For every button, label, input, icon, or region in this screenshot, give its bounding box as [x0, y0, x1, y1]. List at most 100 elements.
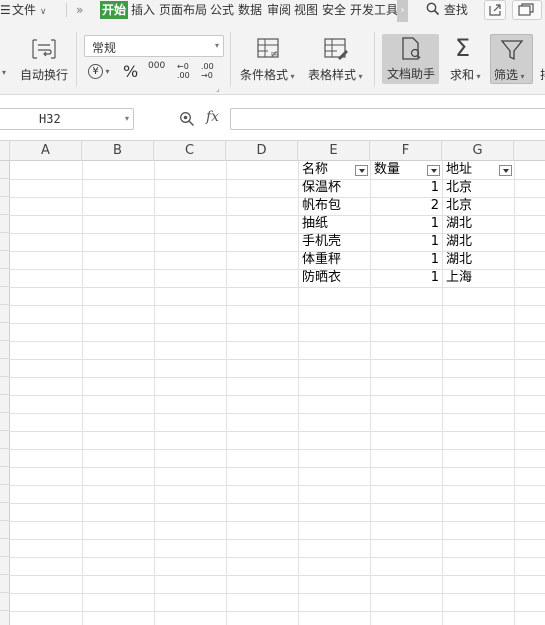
- tab-view[interactable]: 视图: [294, 1, 318, 19]
- grid-line: [10, 467, 545, 468]
- tab-review[interactable]: 审阅: [267, 1, 291, 19]
- doc-assistant-button[interactable]: 文档助手: [382, 34, 439, 84]
- filter-dropdown-icon[interactable]: [499, 165, 512, 176]
- dropdown-arrow-icon: ▾: [124, 114, 129, 123]
- search-button[interactable]: 查找: [426, 1, 468, 19]
- row-header[interactable]: [0, 449, 10, 467]
- new-window-button[interactable]: [512, 0, 542, 20]
- row-header[interactable]: [0, 269, 10, 287]
- column-header-e[interactable]: E: [298, 141, 370, 161]
- tab-home[interactable]: 开始: [100, 1, 129, 19]
- table-cell-qty[interactable]: 1: [370, 215, 442, 233]
- table-cell-qty[interactable]: 1: [370, 269, 442, 287]
- row-header[interactable]: [0, 179, 10, 197]
- row-header[interactable]: [0, 467, 10, 485]
- increase-decimal-button[interactable]: ←0 .00: [177, 62, 195, 80]
- table-cell-addr[interactable]: 湖北: [442, 233, 514, 251]
- row-header[interactable]: [0, 161, 10, 179]
- double-chevron-right-icon[interactable]: »: [76, 1, 83, 19]
- chevron-right-icon[interactable]: ›: [397, 0, 408, 22]
- row-header[interactable]: [0, 377, 10, 395]
- conditional-format-button[interactable]: ≠: [256, 36, 282, 62]
- table-cell-addr[interactable]: 上海: [442, 269, 514, 287]
- formula-input[interactable]: [230, 108, 545, 130]
- table-cell-name[interactable]: 帆布包: [298, 197, 370, 215]
- table-cell-name[interactable]: 防晒衣: [298, 269, 370, 287]
- grid-line: [10, 557, 545, 558]
- tab-formulas[interactable]: 公式: [210, 1, 234, 19]
- table-cell-name[interactable]: 体重秤: [298, 251, 370, 269]
- zoom-search-icon[interactable]: [179, 111, 195, 127]
- filter-dropdown-icon[interactable]: [355, 165, 368, 176]
- table-cell-qty[interactable]: 1: [370, 233, 442, 251]
- currency-button[interactable]: ¥ ▾: [88, 63, 110, 79]
- row-header[interactable]: [0, 539, 10, 557]
- grid-line: [82, 161, 83, 625]
- column-header-b[interactable]: B: [82, 141, 154, 161]
- thousands-separator-button[interactable]: 000: [148, 62, 165, 71]
- cell-grid[interactable]: 名称 数量 地址 保温杯 1 北京 帆布包 2 北京 抽纸 1 湖北 手机壳 1…: [10, 161, 545, 625]
- table-cell-name[interactable]: 抽纸: [298, 215, 370, 233]
- column-header-d[interactable]: D: [226, 141, 298, 161]
- row-header[interactable]: [0, 323, 10, 341]
- dialog-launcher-icon[interactable]: ⌟: [216, 84, 220, 93]
- table-cell-addr[interactable]: 北京: [442, 179, 514, 197]
- row-header[interactable]: [0, 413, 10, 431]
- table-cell-addr[interactable]: 湖北: [442, 251, 514, 269]
- table-style-button[interactable]: [323, 36, 349, 62]
- filter-button[interactable]: 筛选 ▾: [490, 34, 533, 84]
- doc-assistant-label: 文档助手: [387, 67, 436, 81]
- table-cell-name[interactable]: 手机壳: [298, 233, 370, 251]
- row-header[interactable]: [0, 305, 10, 323]
- row-header[interactable]: [0, 503, 10, 521]
- tab-page-layout[interactable]: 页面布局: [159, 1, 207, 19]
- column-header-h[interactable]: [514, 141, 545, 161]
- table-cell-addr[interactable]: 湖北: [442, 215, 514, 233]
- row-header[interactable]: [0, 485, 10, 503]
- row-header[interactable]: [0, 215, 10, 233]
- percent-button[interactable]: %: [123, 62, 138, 81]
- row-header[interactable]: [0, 395, 10, 413]
- decrease-decimal-button[interactable]: .00 →0: [201, 62, 219, 80]
- file-menu[interactable]: 文件 ∨: [12, 1, 46, 19]
- tab-data[interactable]: 数据: [238, 1, 262, 19]
- row-header[interactable]: [0, 611, 10, 625]
- row-header[interactable]: [0, 233, 10, 251]
- tab-security[interactable]: 安全: [322, 1, 346, 19]
- row-header[interactable]: [0, 575, 10, 593]
- table-cell-qty[interactable]: 1: [370, 251, 442, 269]
- grid-line: [10, 539, 545, 540]
- function-button[interactable]: fx: [206, 109, 219, 125]
- row-header[interactable]: [0, 341, 10, 359]
- filter-dropdown-icon[interactable]: [427, 165, 440, 176]
- filter-label: 筛选 ▾: [494, 68, 525, 82]
- table-cell-name[interactable]: 保温杯: [298, 179, 370, 197]
- tab-insert[interactable]: 插入: [131, 1, 155, 19]
- column-header-a[interactable]: A: [10, 141, 82, 161]
- row-header[interactable]: [0, 251, 10, 269]
- select-all-corner[interactable]: [0, 141, 10, 161]
- row-header[interactable]: [0, 521, 10, 539]
- column-header-g[interactable]: G: [442, 141, 514, 161]
- sum-button[interactable]: 求和 ▾: [450, 66, 481, 83]
- row-header[interactable]: [0, 593, 10, 611]
- table-cell-qty[interactable]: 1: [370, 179, 442, 197]
- column-header-c[interactable]: C: [154, 141, 226, 161]
- row-header[interactable]: [0, 557, 10, 575]
- name-box[interactable]: H32 ▾: [0, 108, 134, 130]
- tab-developer[interactable]: 开发工具: [350, 1, 397, 19]
- row-header[interactable]: [0, 431, 10, 449]
- column-header-f[interactable]: F: [370, 141, 442, 161]
- wrap-text-button[interactable]: [30, 36, 58, 62]
- sum-icon[interactable]: Σ: [455, 34, 470, 62]
- row-header[interactable]: [0, 359, 10, 377]
- table-cell-qty[interactable]: 2: [370, 197, 442, 215]
- row-header[interactable]: [0, 197, 10, 215]
- sort-button[interactable]: 排: [540, 66, 545, 83]
- number-format-select[interactable]: 常规 ▾: [84, 35, 224, 57]
- chevron-down-icon[interactable]: ▾: [2, 68, 6, 77]
- row-header[interactable]: [0, 287, 10, 305]
- hamburger-icon[interactable]: ☰: [0, 1, 11, 19]
- share-button[interactable]: [484, 0, 506, 20]
- table-cell-addr[interactable]: 北京: [442, 197, 514, 215]
